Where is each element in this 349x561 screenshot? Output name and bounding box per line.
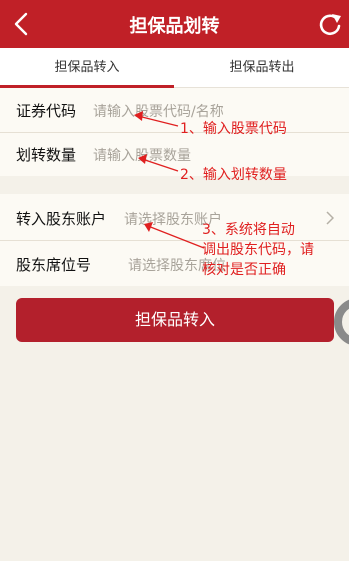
header-bar: 担保品划转 [0,0,349,48]
security-form-group: 证券代码 请输入股票代码/名称 划转数量 请输入股票数量 [0,88,349,176]
shareholder-account-label: 转入股东账户 [16,210,107,228]
annotation-step-1: 1、输入股票代码 [180,121,287,137]
security-code-input[interactable]: 请输入股票代码/名称 [93,101,224,121]
tab-transfer-out[interactable]: 担保品转出 [175,48,349,88]
seat-number-label: 股东席位号 [16,256,92,274]
security-code-label: 证券代码 [16,102,77,120]
submit-button[interactable]: 担保品转入 [16,298,334,342]
transfer-qty-label: 划转数量 [16,146,77,164]
annotation-step-3-line-3: 核对是否正确 [202,262,286,278]
refresh-icon[interactable] [317,11,343,37]
loading-spinner-icon [334,299,349,345]
annotation-step-2: 2、输入划转数量 [180,167,287,183]
shareholder-account-row[interactable]: 转入股东账户 请选择股东账户 [0,196,349,240]
annotation-step-3-line-1: 3、系统将自动 [202,222,295,238]
transfer-qty-row[interactable]: 划转数量 请输入股票数量 [0,132,349,176]
annotation-step-3-line-2: 调出股东代码，请 [202,242,314,258]
chevron-right-icon[interactable] [326,211,334,225]
tab-bar: 担保品转入 担保品转出 [0,48,349,88]
security-code-row[interactable]: 证券代码 请输入股票代码/名称 [0,88,349,132]
page-title: 担保品划转 [129,16,220,37]
transfer-qty-input[interactable]: 请输入股票数量 [93,145,191,165]
tab-transfer-in[interactable]: 担保品转入 [0,48,174,88]
